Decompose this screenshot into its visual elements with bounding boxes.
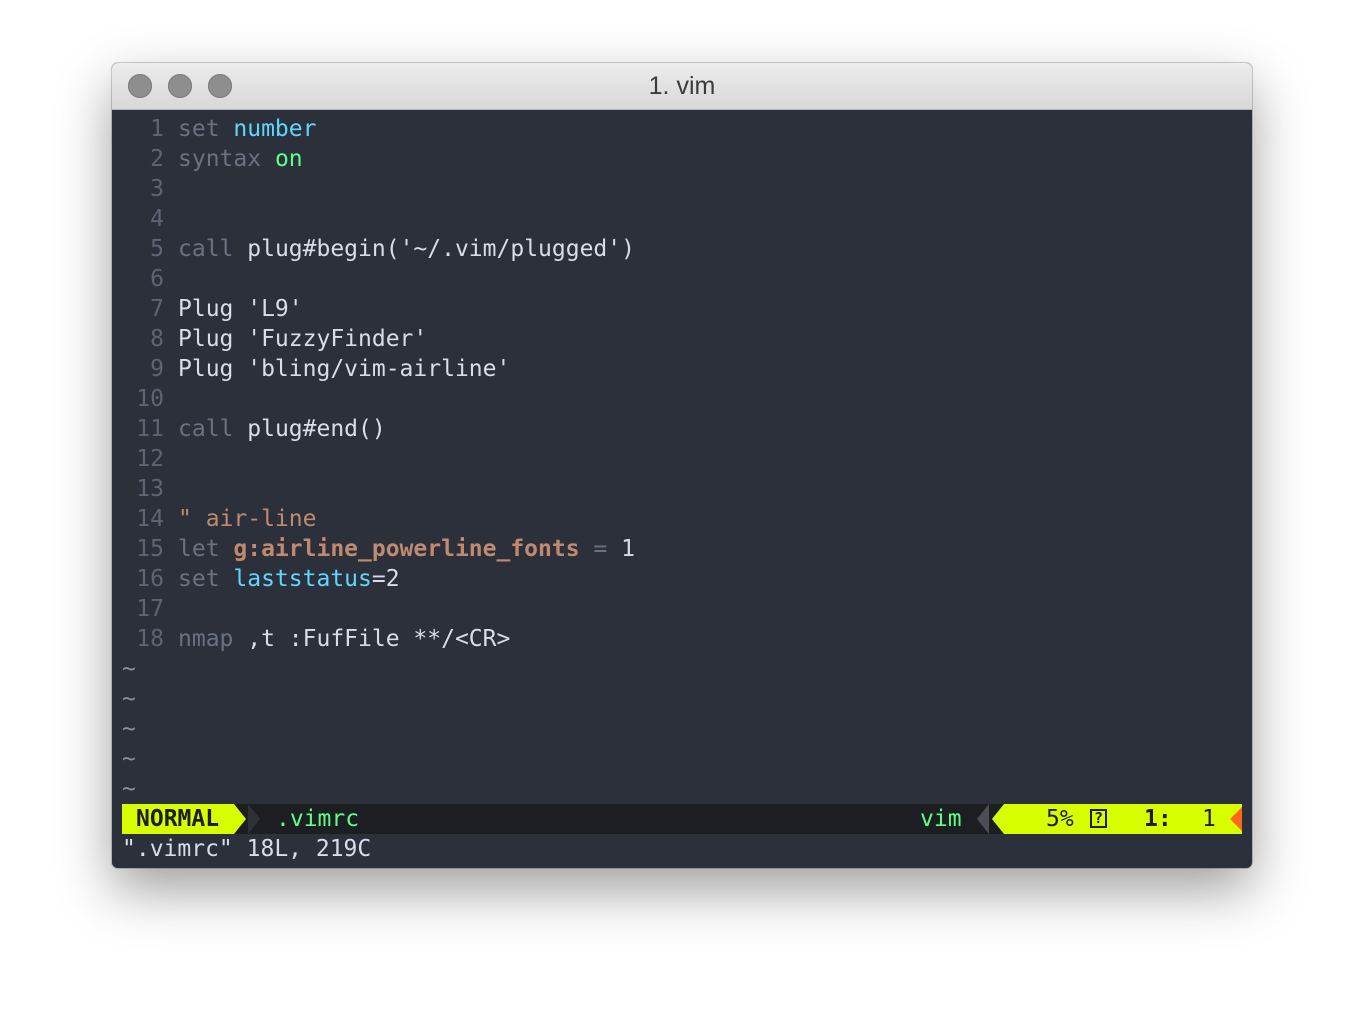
line-number: 1 [150,116,164,142]
editor-line[interactable]: 9 Plug 'bling/vim-airline' [122,354,635,384]
line-number: 5 [150,236,164,262]
empty-buffer-tilde: ~ [122,746,136,772]
status-line-number: 1: [1144,806,1172,832]
editor-line[interactable]: 15 let g:airline_powerline_fonts = 1 [122,534,635,564]
code-token: call [178,416,248,442]
code-token: g:airline_powerline_fonts [233,536,580,562]
file-separator-arrow [248,804,260,834]
status-percent: 5% [1046,806,1074,832]
line-number: 18 [136,626,164,652]
line-number: 15 [136,536,164,562]
line-number: 8 [150,326,164,352]
status-column-number: 1 [1202,806,1216,832]
airline-statusline: NORMAL .vimrc vim 5% ? 1: 1 [122,804,1242,834]
command-line[interactable]: ".vimrc" 18L, 219C [122,834,371,864]
line-number: 10 [136,386,164,412]
empty-buffer-tilde: ~ [122,776,136,802]
empty-buffer-tilde: ~ [122,716,136,742]
editor-line[interactable]: 4 [122,204,635,234]
code-token: = [579,536,622,562]
code-token: Plug 'bling/vim-airline' [178,356,511,382]
line-number: 14 [136,506,164,532]
line-number: 3 [150,176,164,202]
line-number: 2 [150,146,164,172]
empty-buffer-tilde: ~ [122,686,136,712]
code-token: plug#end() [247,416,386,442]
empty-buffer-tilde: ~ [122,656,136,682]
vim-editor[interactable]: 1 set number 2 syntax on 3 4 5 call plug#begin(… [112,110,1252,868]
code-token: " air-line [178,506,317,532]
editor-line[interactable]: 5 call plug#begin('~/.vim/plugged') [122,234,635,264]
code-token: 1 [621,536,635,562]
filetype-separator-arrow [977,804,989,834]
editor-line[interactable]: 13 [122,474,635,504]
editor-line[interactable]: 2 syntax on [122,144,635,174]
editor-line[interactable]: 6 [122,264,635,294]
line-number: 17 [136,596,164,622]
editor-line[interactable]: 12 [122,444,635,474]
line-number: 6 [150,266,164,292]
line-number: 16 [136,566,164,592]
position-section: 5% ? 1: 1 [1004,804,1242,834]
window-title: 1. vim [648,72,716,100]
code-token: laststatus [233,566,372,592]
editor-line[interactable]: 10 [122,384,635,414]
code-token: set [178,116,234,142]
code-token: number [233,116,317,142]
warning-triangle-icon [1230,807,1242,831]
terminal-window: 1. vim 1 set number 2 syntax on 3 4 5 call plug… [112,63,1252,868]
editor-line[interactable]: 1 set number [122,114,635,144]
code-token: set [178,566,234,592]
line-number: 4 [150,206,164,232]
line-number: 13 [136,476,164,502]
line-number: 11 [136,416,164,442]
code-token: call [178,236,248,262]
mode-indicator: NORMAL [122,804,234,834]
code-token: let [178,536,234,562]
code-token: Plug 'FuzzyFinder' [178,326,428,352]
editor-line[interactable]: 14 " air-line [122,504,635,534]
editor-line[interactable]: 16 set laststatus=2 [122,564,635,594]
code-token: on [274,146,303,172]
code-token: nmap [178,626,248,652]
code-token: syntax [178,146,275,172]
editor-line[interactable]: 17 [122,594,635,624]
editor-line[interactable]: 18 nmap ,t :FufFile **/<CR> [122,624,635,654]
help-box-icon: ? [1090,809,1107,828]
editor-buffer[interactable]: 1 set number 2 syntax on 3 4 5 call plug#begin(… [122,114,635,804]
code-token: =2 [371,566,400,592]
editor-line[interactable]: 8 Plug 'FuzzyFinder' [122,324,635,354]
code-token: ,t :FufFile **/<CR> [247,626,511,652]
status-filetype: vim [920,806,962,832]
editor-line[interactable]: 11 call plug#end() [122,414,635,444]
line-number: 7 [150,296,164,322]
editor-line[interactable]: 7 Plug 'L9' [122,294,635,324]
editor-line[interactable]: 3 [122,174,635,204]
title-bar[interactable]: 1. vim [112,63,1252,110]
mode-separator-arrow [234,804,246,834]
line-number: 9 [150,356,164,382]
code-token: plug#begin('~/.vim/plugged') [247,236,635,262]
line-number: 12 [136,446,164,472]
code-token: Plug 'L9' [178,296,303,322]
position-separator-arrow [992,804,1004,834]
status-filename: .vimrc [276,806,360,832]
